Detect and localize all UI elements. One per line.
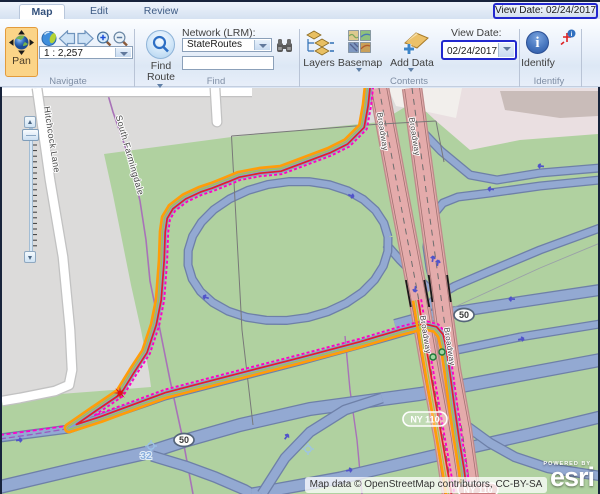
svg-text:50: 50	[459, 310, 469, 320]
svg-text:32: 32	[140, 450, 152, 462]
svg-text:NY 110: NY 110	[410, 415, 439, 425]
svg-text:50: 50	[179, 435, 189, 445]
